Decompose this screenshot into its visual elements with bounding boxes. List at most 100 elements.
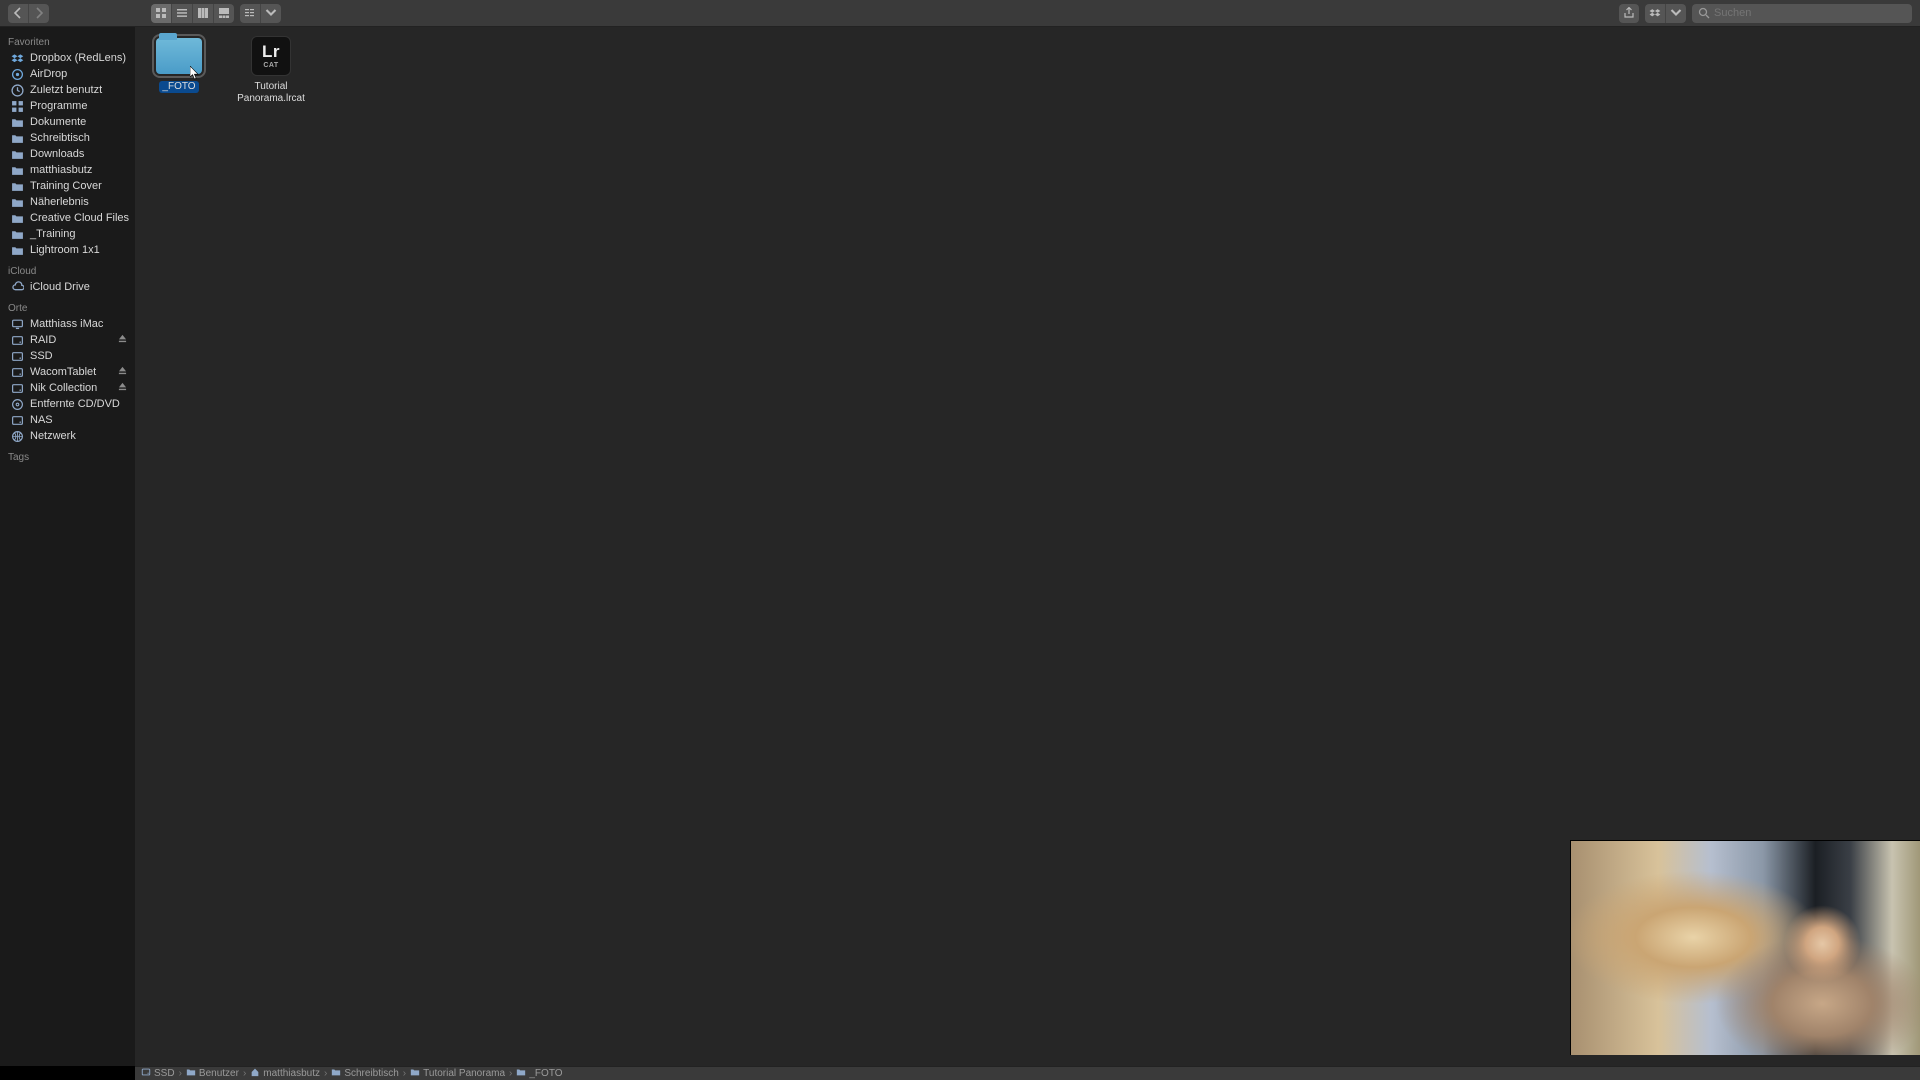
webcam-overlay (1570, 840, 1920, 1055)
sidebar-item-orte-2[interactable]: SSD (0, 348, 135, 364)
nav-forward-button[interactable] (29, 4, 49, 23)
path-crumb-5[interactable]: _FOTO (516, 1067, 562, 1080)
folder-icon (10, 227, 24, 241)
sidebar-item-label: WacomTablet (30, 366, 96, 378)
path-crumb-3[interactable]: Schreibtisch (331, 1067, 398, 1080)
sidebar-item-orte-3[interactable]: WacomTablet (0, 364, 135, 380)
sidebar-item-orte-5[interactable]: Entfernte CD/DVD (0, 396, 135, 412)
sidebar-item-orte-1[interactable]: RAID (0, 332, 135, 348)
eject-icon[interactable] (118, 382, 127, 394)
airdrop-icon (10, 67, 24, 81)
arrange-icon (244, 7, 256, 19)
dropbox-toolbar-button[interactable] (1645, 4, 1666, 23)
eject-icon[interactable] (118, 334, 127, 346)
sidebar-header-orte: Orte (0, 301, 135, 316)
sidebar-header-icloud: iCloud (0, 264, 135, 279)
file-label: Tutorial Panorama.lrcat (235, 81, 307, 104)
hdd-icon (10, 349, 24, 363)
hdd-icon (10, 365, 24, 379)
sidebar-item-favoriten-11[interactable]: _Training (0, 226, 135, 242)
folder-icon (10, 211, 24, 225)
sidebar-item-label: AirDrop (30, 68, 67, 80)
sidebar-item-orte-6[interactable]: NAS (0, 412, 135, 428)
folder-icon (10, 115, 24, 129)
sidebar-item-label: RAID (30, 334, 56, 346)
sidebar-item-favoriten-9[interactable]: Näherlebnis (0, 194, 135, 210)
sidebar-item-label: matthiasbutz (30, 164, 92, 176)
file-item-1[interactable]: LrCATTutorial Panorama.lrcat (235, 35, 307, 104)
folder-icon (10, 163, 24, 177)
sidebar-item-label: Lightroom 1x1 (30, 244, 100, 256)
path-crumb-1[interactable]: Benutzer (186, 1067, 239, 1080)
sidebar-item-label: Creative Cloud Files (30, 212, 129, 224)
sidebar-item-favoriten-8[interactable]: Training Cover (0, 178, 135, 194)
sidebar-item-orte-0[interactable]: Matthiass iMac (0, 316, 135, 332)
globe-icon (10, 429, 24, 443)
disc-icon (10, 397, 24, 411)
dropbox-toolbar-dropdown[interactable] (1666, 4, 1686, 23)
folder-icon (10, 195, 24, 209)
path-crumb-0[interactable]: SSD (141, 1067, 175, 1080)
path-crumb-label: Schreibtisch (344, 1068, 398, 1079)
sidebar-item-favoriten-4[interactable]: Dokumente (0, 114, 135, 130)
search-input[interactable] (1714, 7, 1906, 19)
path-crumb-2[interactable]: matthiasbutz (250, 1067, 320, 1080)
view-gallery-button[interactable] (214, 4, 234, 23)
sidebar-item-orte-4[interactable]: Nik Collection (0, 380, 135, 396)
path-crumb-label: _FOTO (529, 1068, 562, 1079)
sidebar-item-label: Entfernte CD/DVD (30, 398, 120, 410)
search-field[interactable] (1692, 4, 1912, 23)
dropbox-icon (10, 51, 24, 65)
sidebar-item-favoriten-10[interactable]: Creative Cloud Files (0, 210, 135, 226)
path-bar: SSD›Benutzer›matthiasbutz›Schreibtisch›T… (135, 1066, 1920, 1080)
hdd-icon (141, 1067, 151, 1080)
sidebar-item-favoriten-3[interactable]: Programme (0, 98, 135, 114)
toolbar (0, 0, 1920, 27)
hdd-icon (10, 413, 24, 427)
sidebar-item-favoriten-0[interactable]: Dropbox (RedLens) (0, 50, 135, 66)
sidebar-item-favoriten-2[interactable]: Zuletzt benutzt (0, 82, 135, 98)
share-button[interactable] (1619, 4, 1639, 23)
folder-icon (186, 1067, 196, 1080)
path-separator: › (509, 1068, 512, 1079)
path-crumb-label: SSD (154, 1068, 175, 1079)
arrange-dropdown[interactable] (261, 4, 281, 23)
sidebar-item-favoriten-6[interactable]: Downloads (0, 146, 135, 162)
dropbox-toolbar-group (1645, 4, 1686, 23)
eject-icon[interactable] (118, 366, 127, 378)
sidebar-item-label: NAS (30, 414, 53, 426)
sidebar-item-icloud-0[interactable]: iCloud Drive (0, 279, 135, 295)
view-list-button[interactable] (172, 4, 193, 23)
view-icons-button[interactable] (151, 4, 172, 23)
path-crumb-label: Benutzer (199, 1068, 239, 1079)
clock-icon (10, 83, 24, 97)
arrange-group (240, 4, 281, 23)
view-columns-button[interactable] (193, 4, 214, 23)
sidebar-item-favoriten-1[interactable]: AirDrop (0, 66, 135, 82)
hdd-icon (10, 381, 24, 395)
icon-view[interactable]: _FOTO LrCATTutorial Panorama.lrcat (135, 27, 1920, 112)
chevron-down-icon (265, 7, 277, 19)
view-mode-group (151, 4, 234, 23)
sidebar-item-label: Nik Collection (30, 382, 97, 394)
sidebar-item-label: iCloud Drive (30, 281, 90, 293)
chevron-down-icon (1670, 7, 1682, 19)
file-item-0[interactable]: _FOTO (143, 35, 215, 104)
cloud-icon (10, 280, 24, 294)
path-separator: › (403, 1068, 406, 1079)
sidebar-item-favoriten-5[interactable]: Schreibtisch (0, 130, 135, 146)
folder-icon (331, 1067, 341, 1080)
folder-icon (10, 131, 24, 145)
sidebar-item-orte-7[interactable]: Netzwerk (0, 428, 135, 444)
folder-icon (516, 1067, 526, 1080)
arrange-button[interactable] (240, 4, 261, 23)
sidebar-item-favoriten-7[interactable]: matthiasbutz (0, 162, 135, 178)
nav-back-button[interactable] (8, 4, 29, 23)
search-icon (1698, 7, 1710, 19)
columns-icon (197, 7, 209, 19)
chevron-right-icon (33, 7, 45, 19)
sidebar-item-favoriten-12[interactable]: Lightroom 1x1 (0, 242, 135, 258)
file-label: _FOTO (159, 81, 198, 93)
sidebar-item-label: Netzwerk (30, 430, 76, 442)
path-crumb-4[interactable]: Tutorial Panorama (410, 1067, 505, 1080)
